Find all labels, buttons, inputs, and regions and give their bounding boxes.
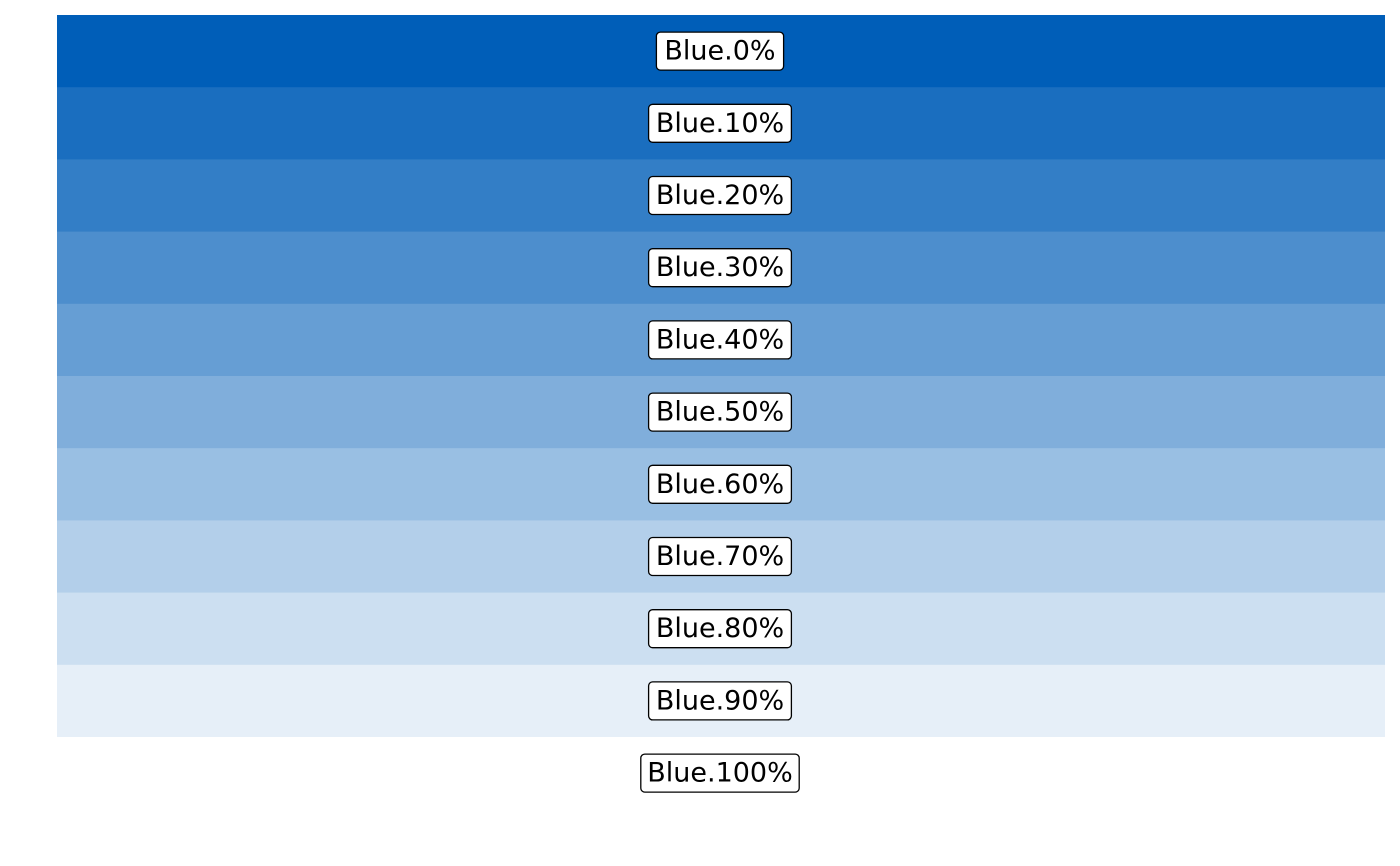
swatch-label-40: Blue.40% xyxy=(656,324,784,355)
swatch-label-100: Blue.100% xyxy=(647,758,793,789)
swatch-label-20: Blue.20% xyxy=(656,180,784,211)
swatch-label-80: Blue.80% xyxy=(656,613,784,644)
swatch-label-50: Blue.50% xyxy=(656,397,784,428)
swatch-chart: Blue.0% Blue.10% Blue.20% Blue.30% Blue.40% B… xyxy=(57,15,1385,810)
swatch-label-90: Blue.90% xyxy=(656,685,784,716)
swatch-label-60: Blue.60% xyxy=(656,469,784,500)
swatch-label-30: Blue.30% xyxy=(656,252,784,283)
swatch-label-10: Blue.10% xyxy=(656,108,784,139)
swatch-label-70: Blue.70% xyxy=(656,541,784,572)
swatch-label-0: Blue.0% xyxy=(664,36,775,67)
